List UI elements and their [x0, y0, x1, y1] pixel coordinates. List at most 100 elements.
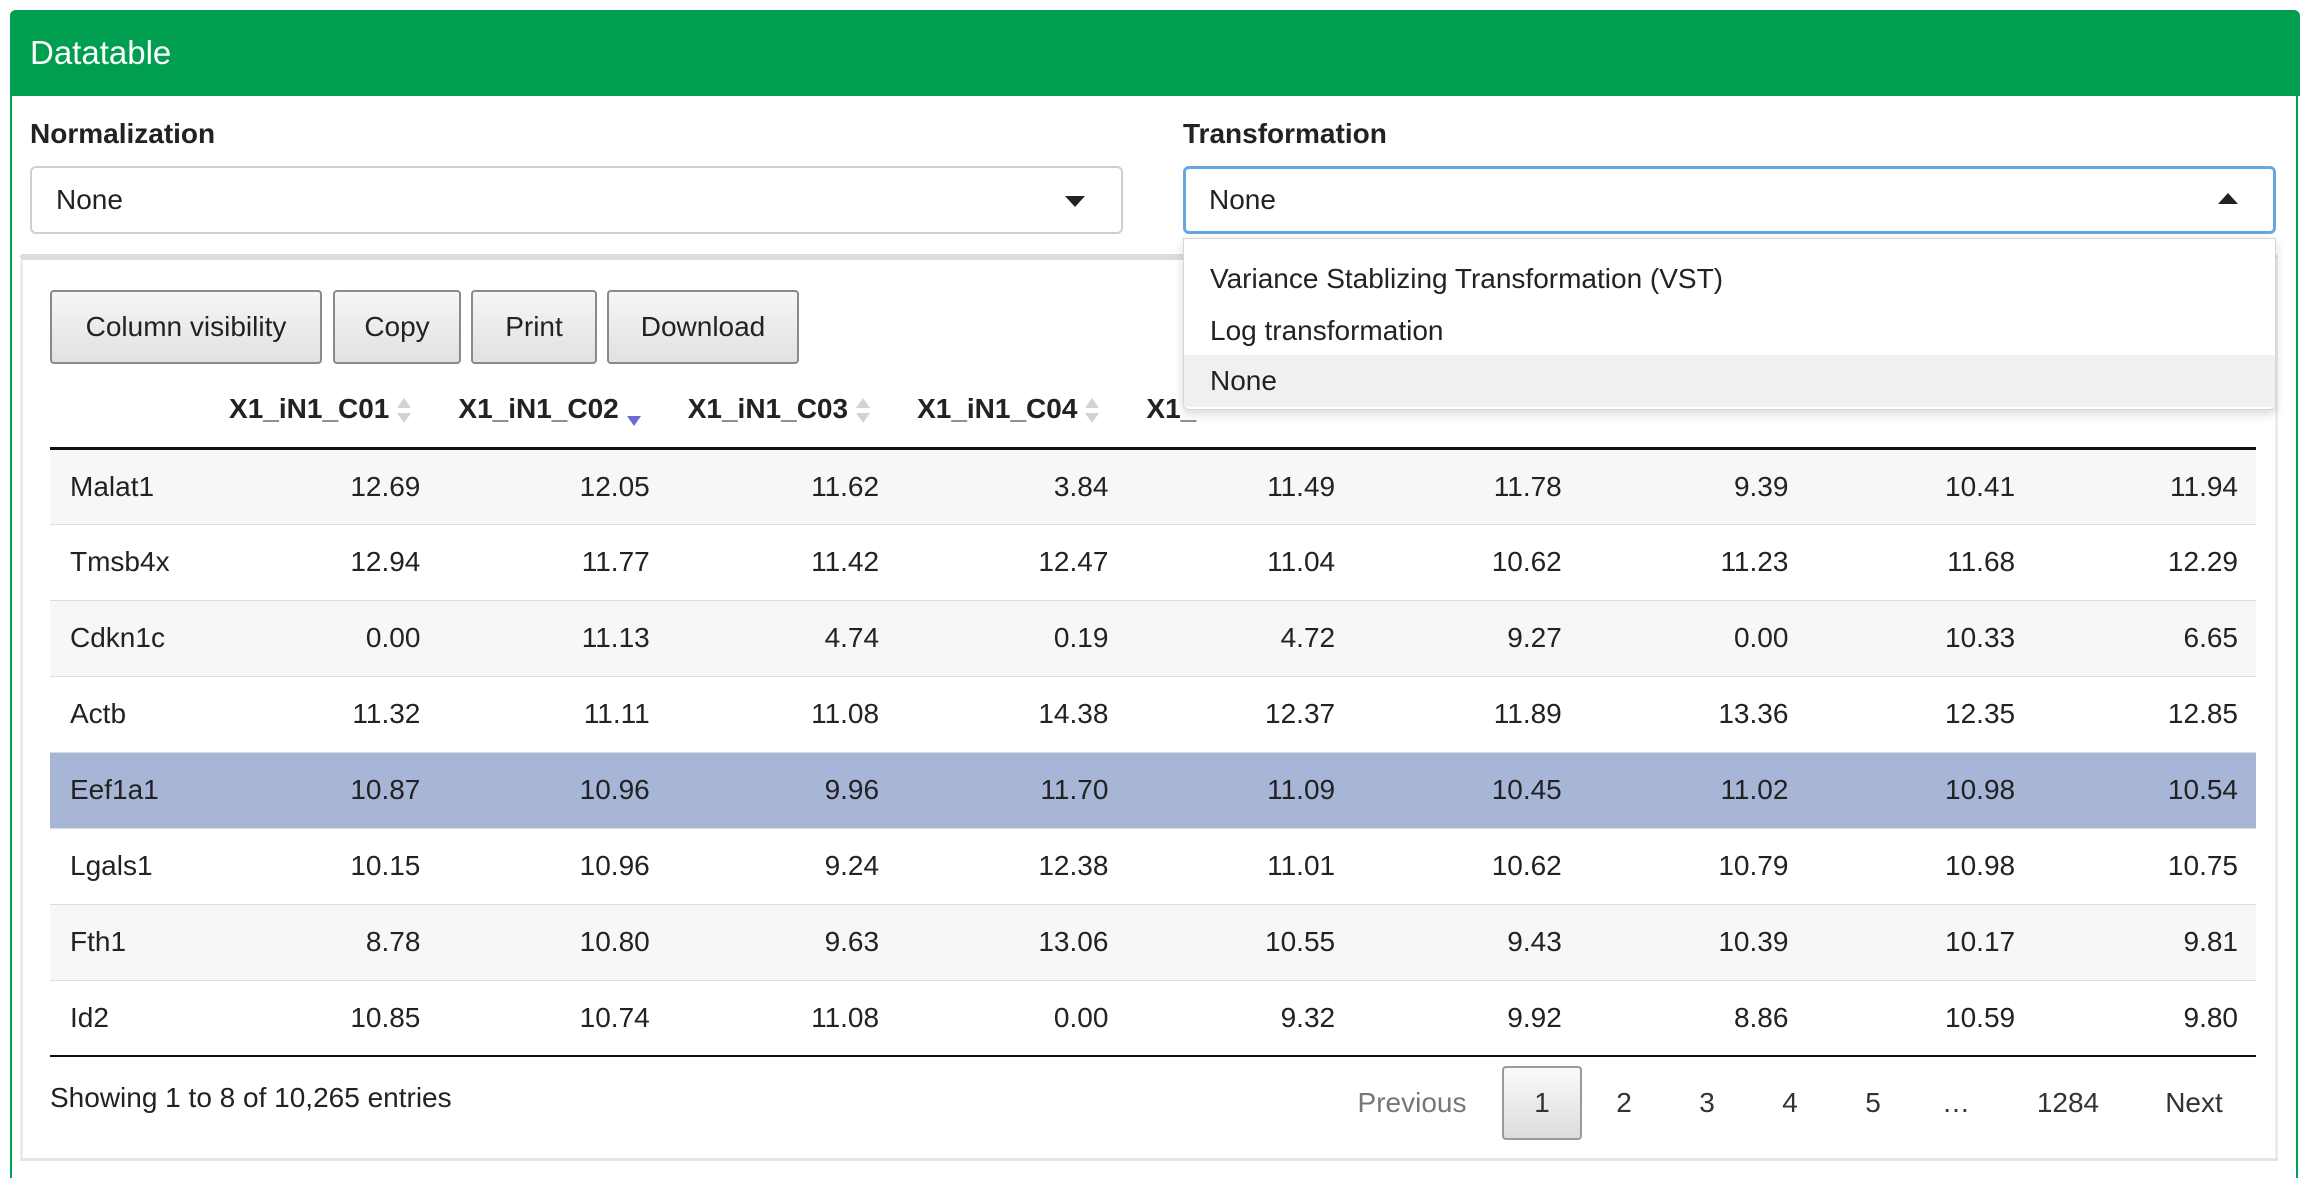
table-cell: 9.80 — [2033, 979, 2256, 1057]
page-button[interactable]: 3 — [1667, 1066, 1747, 1140]
table-cell: 10.62 — [1353, 827, 1580, 904]
column-header[interactable]: X1_iN1_C02 — [438, 372, 668, 450]
table-cell: 11.89 — [1353, 675, 1580, 752]
table-cell: 12.37 — [1126, 675, 1354, 752]
table-cell: 10.59 — [1806, 979, 2034, 1057]
page-button[interactable]: 4 — [1750, 1066, 1830, 1140]
table-cell: 9.96 — [667, 751, 898, 828]
print-button[interactable]: Print — [471, 290, 597, 364]
table-cell: 12.38 — [897, 827, 1127, 904]
table-cell: 9.43 — [1353, 903, 1580, 980]
next-page-button[interactable]: Next — [2148, 1066, 2240, 1140]
copy-button[interactable]: Copy — [333, 290, 461, 364]
table-row[interactable]: Fth1 8.78 10.80 9.63 13.06 10.55 9.43 10.39 10.1… — [50, 903, 2256, 980]
page-button[interactable]: 1284 — [2018, 1066, 2118, 1140]
data-table: X1_iN1_C01 X1_iN1_C02 X1_iN1_C03 X1_iN1_… — [50, 372, 2256, 1057]
table-cell: 10.17 — [1806, 903, 2034, 980]
row-name-cell: Lgals1 — [50, 827, 210, 904]
table-info: Showing 1 to 8 of 10,265 entries — [50, 1082, 452, 1113]
transformation-label: Transformation — [1183, 118, 1387, 149]
column-visibility-button[interactable]: Column visibility — [50, 290, 322, 364]
previous-page-button[interactable]: Previous — [1338, 1066, 1486, 1140]
table-cell: 8.78 — [209, 903, 439, 980]
table-cell: 11.62 — [667, 447, 898, 524]
table-cell: 10.80 — [438, 903, 668, 980]
table-cell: 10.75 — [2033, 827, 2256, 904]
normalization-value: None — [56, 184, 123, 215]
row-name-cell: Tmsb4x — [50, 523, 210, 600]
table-cell: 12.94 — [209, 523, 439, 600]
normalization-select[interactable]: None — [30, 166, 1123, 234]
normalization-label: Normalization — [30, 118, 216, 149]
table-row[interactable]: Eef1a1 10.87 10.96 9.96 11.70 11.09 10.45 11.02… — [50, 751, 2256, 828]
column-header-label: X1_iN1_C01 — [229, 393, 390, 425]
table-cell: 4.72 — [1126, 599, 1354, 676]
transformation-value: None — [1209, 184, 1276, 215]
table-cell: 11.08 — [667, 979, 898, 1057]
table-cell: 11.04 — [1126, 523, 1354, 600]
table-cell: 11.49 — [1126, 447, 1354, 524]
table-cell: 10.79 — [1579, 827, 1807, 904]
table-cell: 11.23 — [1579, 523, 1807, 600]
table-cell: 0.00 — [209, 599, 439, 676]
chevron-up-icon — [2218, 193, 2238, 204]
table-row[interactable]: Tmsb4x 12.94 11.77 11.42 12.47 11.04 10.62 11.2… — [50, 523, 2256, 600]
table-cell: 9.32 — [1126, 979, 1354, 1057]
transformation-dropdown-menu: Variance Stablizing Transformation (VST)… — [1183, 238, 2276, 410]
column-header-label: X1_iN1_C03 — [687, 393, 849, 425]
table-row[interactable]: Cdkn1c 0.00 11.13 4.74 0.19 4.72 9.27 0.00 10.33… — [50, 599, 2256, 676]
column-header[interactable]: X1_iN1_C03 — [667, 372, 898, 450]
table-cell: 10.39 — [1579, 903, 1807, 980]
row-name-cell: Id2 — [50, 979, 210, 1057]
column-header[interactable]: X1_iN1_C01 — [209, 372, 439, 450]
column-header-label: X1_iN1_C04 — [917, 393, 1078, 425]
table-row[interactable]: Id2 10.85 10.74 11.08 0.00 9.32 9.92 8.86 10.59 9… — [50, 979, 2256, 1057]
table-cell: 10.54 — [2033, 751, 2256, 828]
table-cell: 12.05 — [438, 447, 668, 524]
table-cell: 9.27 — [1353, 599, 1580, 676]
sort-icon — [1083, 397, 1100, 425]
page-button[interactable]: 5 — [1833, 1066, 1913, 1140]
table-cell: 10.55 — [1126, 903, 1354, 980]
download-button[interactable]: Download — [607, 290, 799, 364]
table-cell: 14.38 — [897, 675, 1127, 752]
table-cell: 12.35 — [1806, 675, 2034, 752]
table-cell: 11.01 — [1126, 827, 1354, 904]
chevron-down-icon — [1065, 196, 1085, 207]
page-button[interactable]: 2 — [1584, 1066, 1664, 1140]
table-cell: 10.96 — [438, 827, 668, 904]
page-button-current[interactable]: 1 — [1502, 1066, 1582, 1140]
table-cell: 11.78 — [1353, 447, 1580, 524]
column-header[interactable]: X1_iN1_C04 — [897, 372, 1127, 450]
table-cell: 11.09 — [1126, 751, 1354, 828]
table-cell: 11.32 — [209, 675, 439, 752]
row-name-cell: Eef1a1 — [50, 751, 210, 828]
table-row[interactable]: Lgals1 10.15 10.96 9.24 12.38 11.01 10.62 10.79… — [50, 827, 2256, 904]
table-cell: 10.74 — [438, 979, 668, 1057]
table-cell: 10.45 — [1353, 751, 1580, 828]
table-cell: 10.85 — [209, 979, 439, 1057]
table-row[interactable]: Actb 11.32 11.11 11.08 14.38 12.37 11.89 13.36 1… — [50, 675, 2256, 752]
table-cell: 12.69 — [209, 447, 439, 524]
table-cell: 10.98 — [1806, 751, 2034, 828]
table-cell: 4.74 — [667, 599, 898, 676]
dropdown-option-vst[interactable]: Variance Stablizing Transformation (VST) — [1184, 253, 2275, 305]
sort-icon — [395, 397, 412, 425]
dropdown-option-none[interactable]: None — [1184, 355, 2275, 407]
table-cell: 11.11 — [438, 675, 668, 752]
table-row[interactable]: Malat1 12.69 12.05 11.62 3.84 11.49 11.78 9.39 1… — [50, 447, 2256, 524]
transformation-select[interactable]: None — [1183, 166, 2276, 234]
table-cell: 10.98 — [1806, 827, 2034, 904]
table-cell: 11.94 — [2033, 447, 2256, 524]
table-cell: 12.29 — [2033, 523, 2256, 600]
table-cell: 9.92 — [1353, 979, 1580, 1057]
table-cell: 10.96 — [438, 751, 668, 828]
page-ellipsis: … — [1942, 1087, 1970, 1118]
row-name-cell: Actb — [50, 675, 210, 752]
row-name-cell: Fth1 — [50, 903, 210, 980]
dropdown-option-log[interactable]: Log transformation — [1184, 305, 2275, 357]
table-cell: 12.85 — [2033, 675, 2256, 752]
table-cell: 11.13 — [438, 599, 668, 676]
panel-title: Datatable — [10, 10, 2300, 96]
card-border-bottom — [20, 1158, 2278, 1161]
